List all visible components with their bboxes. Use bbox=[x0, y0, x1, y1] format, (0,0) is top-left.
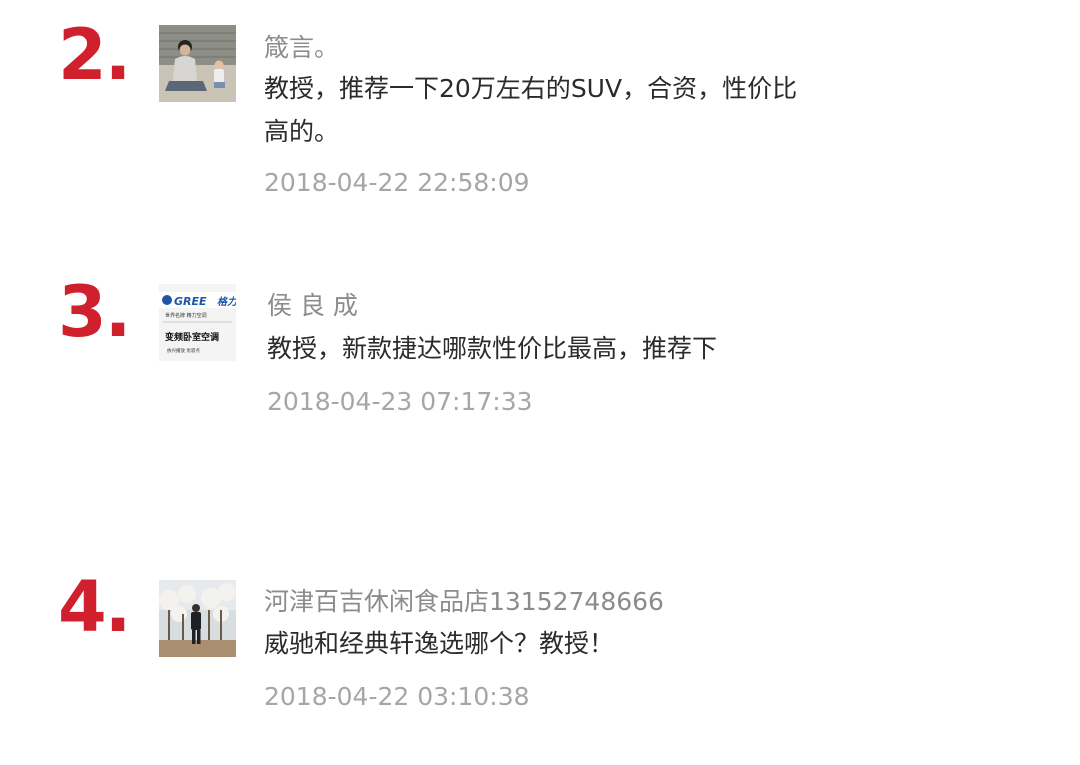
comment-timestamp: 2018-04-23 07:17:33 bbox=[267, 387, 533, 416]
comment-text: 威驰和经典轩逸选哪个？教授！ bbox=[264, 629, 615, 658]
svg-text:格力: 格力 bbox=[217, 296, 236, 308]
gree-brand-text: GREE bbox=[174, 295, 207, 308]
rank-number: 3. bbox=[58, 271, 131, 353]
user-name: 河津百吉休闲食品店13152748666 bbox=[264, 587, 664, 616]
gree-logo-avatar-icon: GREE 格力 世界名牌 精力空调 变频卧室空调 依兴播放 优驭点 bbox=[159, 284, 236, 361]
user-name: 侯 良 成 bbox=[267, 291, 358, 320]
gree-slogan: 变频卧室空调 bbox=[165, 331, 219, 343]
user-avatar[interactable]: GREE 格力 世界名牌 精力空调 变频卧室空调 依兴播放 优驭点 bbox=[159, 284, 236, 361]
comment-timestamp: 2018-04-22 03:10:38 bbox=[264, 682, 530, 711]
rank-number: 2. bbox=[58, 14, 131, 96]
gree-tagline: 世界名牌 精力空调 bbox=[165, 312, 207, 319]
user-name: 箴言。 bbox=[264, 33, 340, 62]
comment-text: 教授，推荐一下20万左右的SUV，合资，性价比高的。 bbox=[264, 74, 798, 146]
comment-timestamp: 2018-04-22 22:58:09 bbox=[264, 168, 530, 197]
person-with-child-photo-icon bbox=[159, 25, 236, 102]
comment-text: 教授，新款捷达哪款性价比最高，推荐下 bbox=[267, 334, 718, 363]
user-avatar[interactable] bbox=[159, 25, 236, 102]
person-in-orchard-photo-icon bbox=[159, 580, 236, 657]
rank-number: 4. bbox=[58, 566, 131, 648]
user-avatar[interactable] bbox=[159, 580, 236, 657]
gree-bottom: 依兴播放 优驭点 bbox=[167, 347, 200, 354]
